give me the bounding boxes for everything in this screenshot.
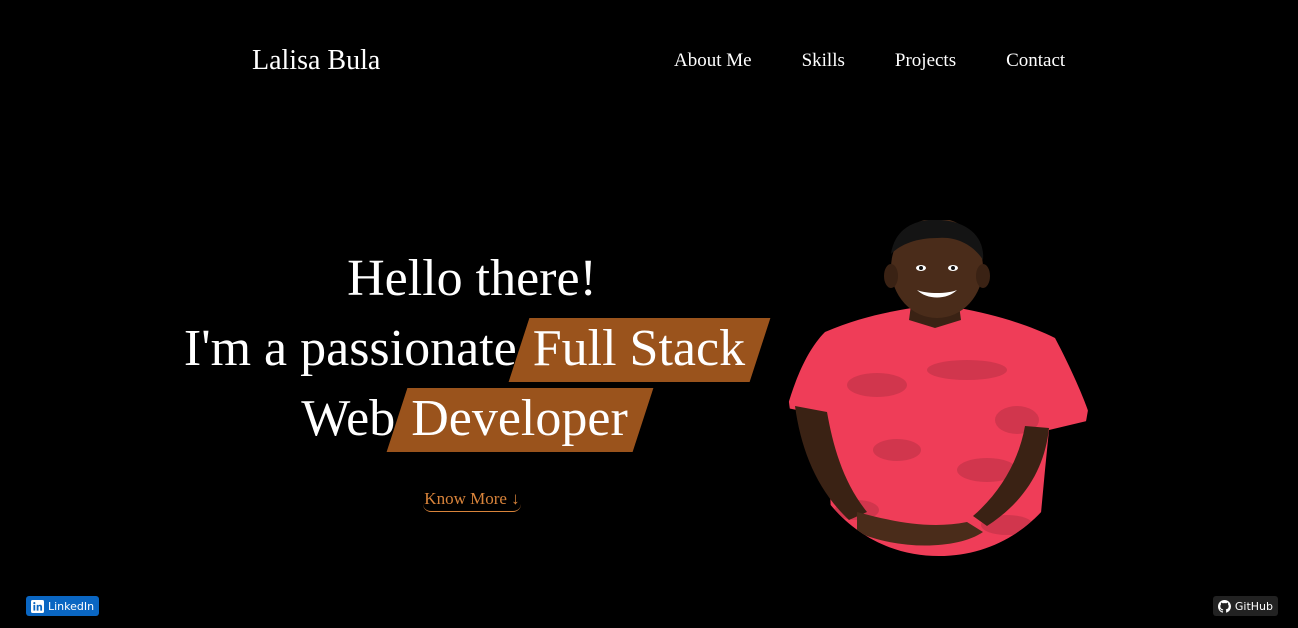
know-more-button[interactable]: Know More ↓	[423, 488, 521, 512]
nav-contact[interactable]: Contact	[1006, 49, 1065, 73]
highlight-developer: Developer	[397, 384, 643, 454]
nav-about-me[interactable]: About Me	[674, 49, 752, 73]
github-button[interactable]: GitHub	[1212, 596, 1278, 616]
hero-line-3-text: Web	[301, 390, 396, 447]
hero-line-2-text: I'm a passionate	[183, 320, 517, 377]
profile-photo-illustration	[787, 220, 1091, 556]
hero-line-2: I'm a passionate Full Stack	[170, 314, 774, 384]
highlight-developer-text: Developer	[411, 390, 628, 447]
linkedin-label: LinkedIn	[48, 599, 95, 613]
linkedin-icon	[31, 599, 44, 613]
page: Lalisa Bula About Me Skills Projects Con…	[0, 0, 1298, 628]
brand-name[interactable]: Lalisa Bula	[252, 43, 380, 79]
highlight-full-stack-text: Full Stack	[532, 320, 746, 377]
hero-section: Hello there! I'm a passionate Full Stack …	[170, 244, 774, 512]
nav-projects[interactable]: Projects	[895, 49, 956, 73]
nav-skills[interactable]: Skills	[802, 49, 845, 73]
github-icon	[1217, 599, 1231, 613]
hero-line-3: Web Developer	[170, 384, 774, 454]
linkedin-button[interactable]: LinkedIn	[26, 596, 100, 616]
profile-photo	[787, 220, 1091, 556]
github-label: GitHub	[1234, 599, 1273, 613]
main-nav: About Me Skills Projects Contact	[674, 49, 1065, 73]
highlight-full-stack: Full Stack	[519, 314, 760, 384]
hero-greeting: Hello there!	[347, 250, 597, 307]
